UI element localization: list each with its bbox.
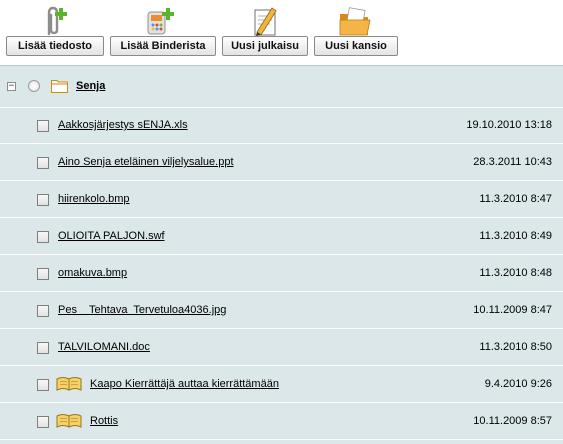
file-date: 19.10.2010 13:18 — [466, 119, 552, 131]
file-date: 11.3.2010 8:50 — [479, 341, 552, 353]
paperclip-add-icon — [47, 6, 67, 36]
add-from-binder-button[interactable]: Lisää Binderista — [110, 36, 216, 56]
add-from-binder-tool: Lisää Binderista — [110, 0, 216, 58]
file-name-link[interactable]: omakuva.bmp — [58, 267, 127, 279]
file-date: 10.11.2009 8:47 — [473, 304, 552, 316]
collapse-toggle[interactable]: − — [7, 82, 16, 91]
item-checkbox[interactable] — [37, 342, 49, 354]
list-item: hiirenkolo.bmp 11.3.2010 8:47 — [0, 182, 563, 218]
folder-icon — [51, 80, 68, 93]
publication-name-link[interactable]: Rottis — [90, 415, 118, 427]
item-checkbox[interactable] — [37, 231, 49, 243]
list-item: Kaapo Kierrättäjä auttaa kierrättämään 9… — [0, 367, 563, 403]
item-checkbox[interactable] — [37, 268, 49, 280]
file-name-link[interactable]: Pes Tehtava Tervetuloa4036.jpg — [58, 304, 226, 316]
add-file-button[interactable]: Lisää tiedosto — [6, 36, 104, 56]
publication-book-icon — [56, 377, 82, 391]
item-checkbox[interactable] — [37, 416, 49, 428]
file-date: 28.3.2011 10:43 — [473, 156, 552, 168]
item-checkbox[interactable] — [37, 157, 49, 169]
item-checkbox[interactable] — [37, 120, 49, 132]
folder-name[interactable]: Senja — [76, 80, 105, 92]
folder-row: − Senja — [0, 66, 563, 108]
file-date: 11.3.2010 8:49 — [479, 230, 552, 242]
toolbar: Lisää tiedosto Lisää Binderista Uusi jul… — [0, 0, 563, 60]
file-name-link[interactable]: Aakkosjärjestys sENJA.xls — [58, 119, 188, 131]
new-folder-icon — [339, 7, 371, 36]
list-item: Aino Senja eteläinen viljelysalue.ppt 28… — [0, 145, 563, 181]
list-item: Aakkosjärjestys sENJA.xls 19.10.2010 13:… — [0, 108, 563, 144]
list-item: TALVILOMANI.doc 11.3.2010 8:50 — [0, 330, 563, 366]
file-name-link[interactable]: hiirenkolo.bmp — [58, 193, 130, 205]
file-date: 10.11.2009 8:57 — [473, 415, 552, 427]
file-browser: − Senja Aakkosjärjestys sENJA.xls 19.10.… — [0, 65, 563, 444]
binder-add-icon — [147, 8, 174, 35]
folder-radio[interactable] — [28, 80, 40, 92]
file-date: 9.4.2010 9:26 — [484, 378, 552, 390]
new-publication-button[interactable]: Uusi julkaisu — [222, 36, 308, 56]
new-publication-tool: Uusi julkaisu — [222, 0, 308, 58]
file-name-link[interactable]: Aino Senja eteläinen viljelysalue.ppt — [58, 156, 234, 168]
new-publication-icon — [254, 7, 277, 36]
list-item: Pes Tehtava Tervetuloa4036.jpg 10.11.200… — [0, 293, 563, 329]
new-folder-tool: Uusi kansio — [314, 0, 398, 58]
file-name-link[interactable]: TALVILOMANI.doc — [58, 341, 150, 353]
new-folder-button[interactable]: Uusi kansio — [314, 36, 398, 56]
file-date: 11.3.2010 8:47 — [479, 193, 552, 205]
item-checkbox[interactable] — [37, 305, 49, 317]
item-checkbox[interactable] — [37, 379, 49, 391]
publication-book-icon — [56, 414, 82, 428]
list-item: OLIOITA PALJON.swf 11.3.2010 8:49 — [0, 219, 563, 255]
list-item: Rottis 10.11.2009 8:57 — [0, 404, 563, 440]
file-name-link[interactable]: OLIOITA PALJON.swf — [58, 230, 165, 242]
list-item: omakuva.bmp 11.3.2010 8:48 — [0, 256, 563, 292]
add-file-tool: Lisää tiedosto — [6, 0, 104, 58]
publication-name-link[interactable]: Kaapo Kierrättäjä auttaa kierrättämään — [90, 378, 279, 390]
item-checkbox[interactable] — [37, 194, 49, 206]
file-date: 11.3.2010 8:48 — [479, 267, 552, 279]
